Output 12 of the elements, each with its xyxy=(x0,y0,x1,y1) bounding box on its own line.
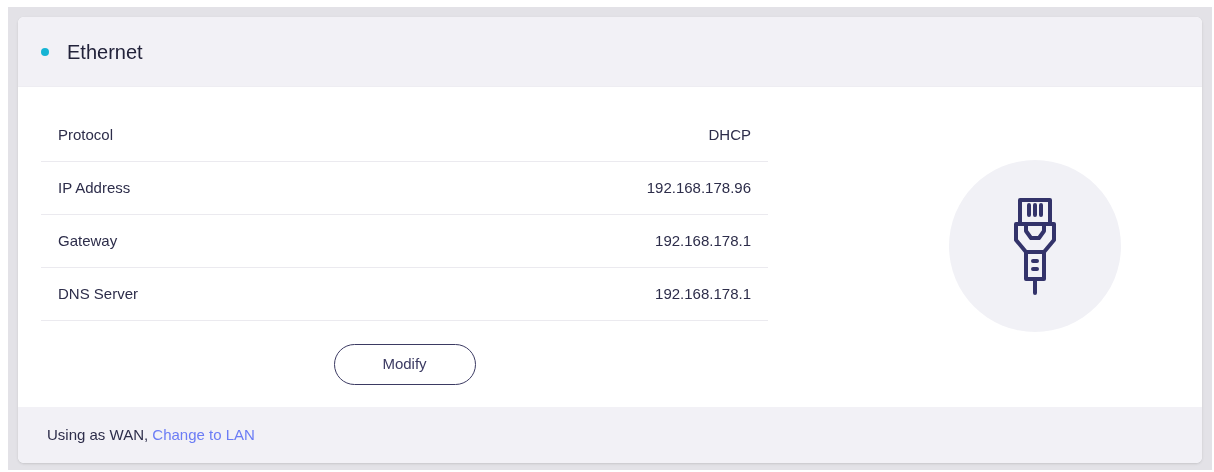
card-title: Ethernet xyxy=(67,39,143,65)
modify-button[interactable]: Modify xyxy=(333,344,476,385)
ethernet-plug-icon xyxy=(1013,196,1057,295)
row-value: 192.168.178.1 xyxy=(655,230,751,251)
row-value: 192.168.178.96 xyxy=(646,177,751,198)
row-label: Gateway xyxy=(58,230,118,251)
row-label: DNS Server xyxy=(58,283,139,304)
wan-status-text: Using as WAN, Change to LAN xyxy=(47,424,255,445)
row-label: IP Address xyxy=(58,177,131,198)
row-value: DHCP xyxy=(708,124,751,145)
row-value: 192.168.178.1 xyxy=(655,283,751,304)
row-label: Protocol xyxy=(58,124,114,145)
